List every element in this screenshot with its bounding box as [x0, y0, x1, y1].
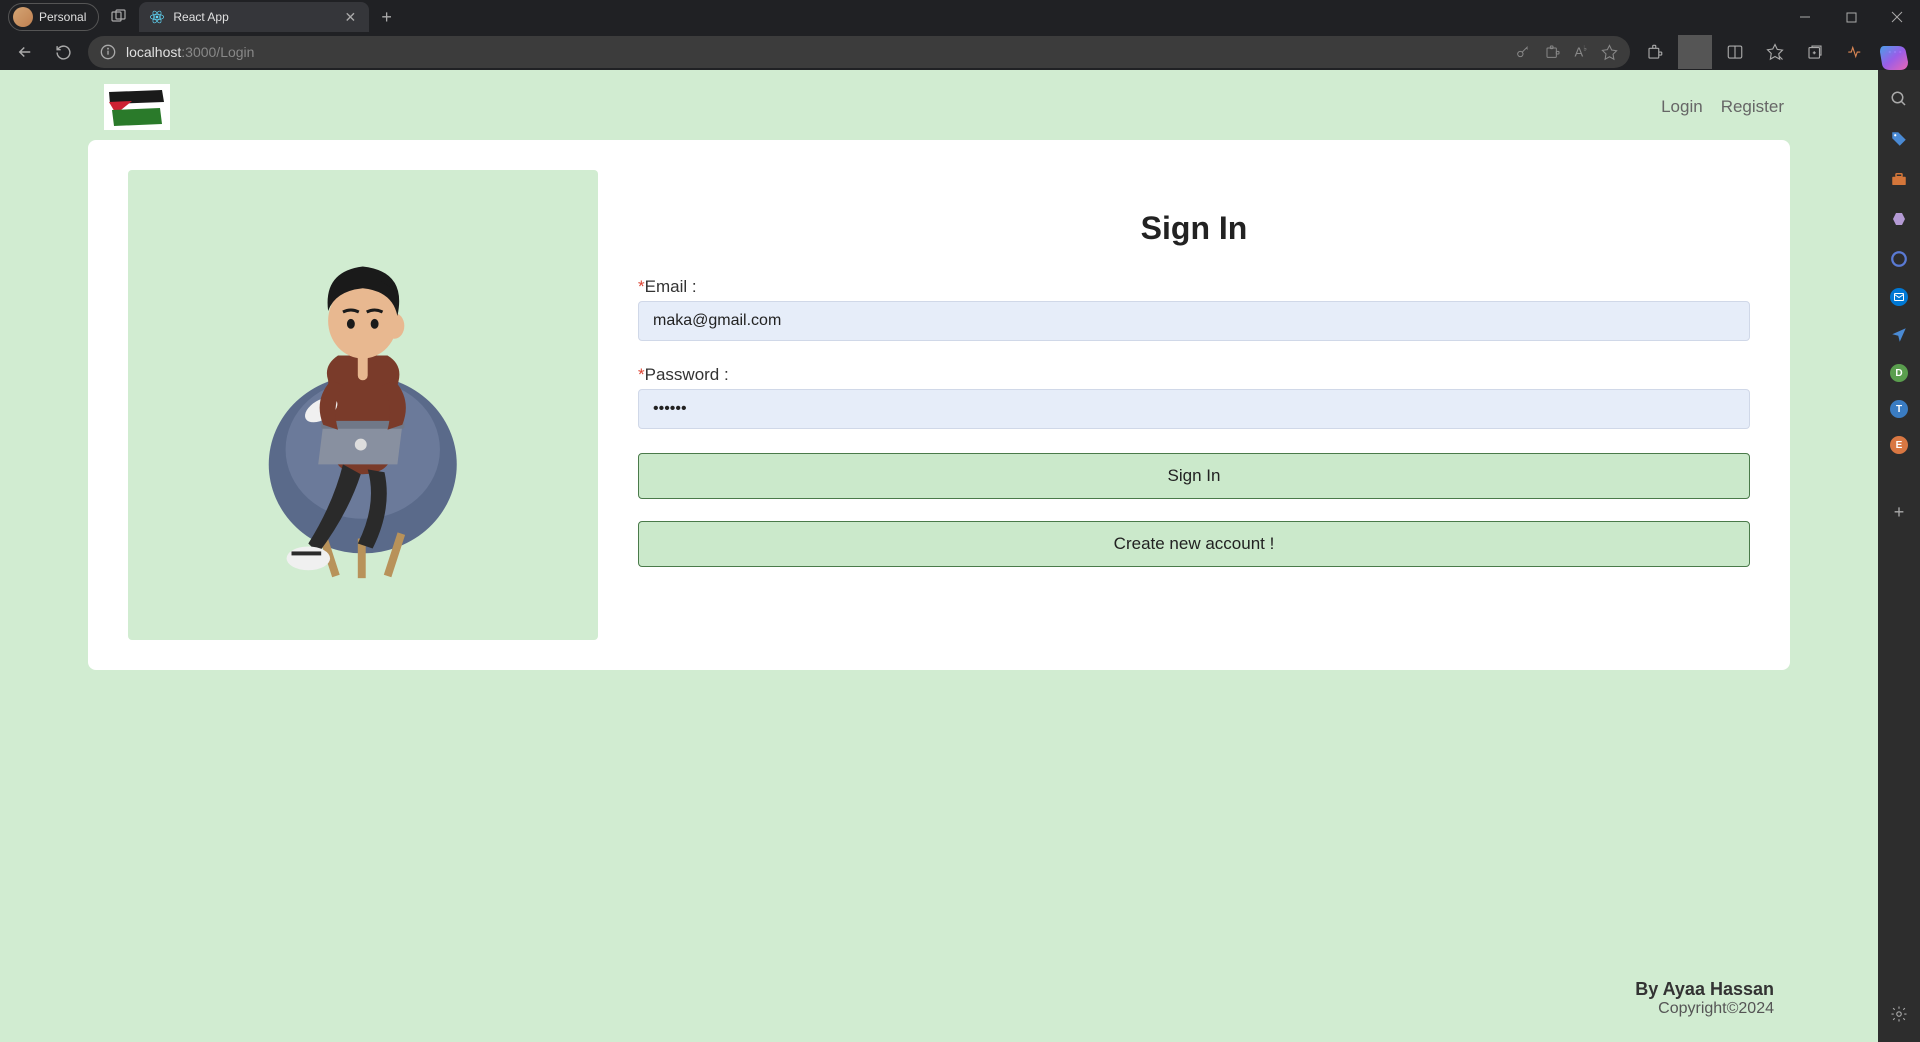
app-e-icon[interactable]: E	[1890, 436, 1908, 454]
email-input[interactable]	[638, 301, 1750, 341]
favorite-icon[interactable]	[1601, 44, 1618, 61]
close-tab-icon[interactable]: ✕	[341, 8, 359, 26]
toolbox-icon[interactable]	[1888, 168, 1910, 190]
add-sidebar-icon[interactable]: +	[1894, 502, 1905, 523]
back-button[interactable]	[8, 35, 42, 69]
close-window-button[interactable]	[1874, 1, 1920, 33]
outlook-icon[interactable]	[1890, 288, 1908, 306]
health-icon[interactable]	[1838, 35, 1872, 69]
profile-label: Personal	[39, 10, 86, 24]
profile-badge[interactable]: Personal	[8, 3, 99, 31]
copilot-icon[interactable]	[1874, 38, 1914, 78]
react-icon	[149, 9, 165, 25]
games-icon[interactable]	[1888, 208, 1910, 230]
send-icon[interactable]	[1888, 324, 1910, 346]
app-t-icon[interactable]: T	[1890, 400, 1908, 418]
nav-links: Login Register	[1661, 97, 1784, 117]
create-account-button[interactable]: Create new account !	[638, 521, 1750, 567]
app-d-icon[interactable]: D	[1890, 364, 1908, 382]
form-title: Sign In	[638, 210, 1750, 247]
split-screen-icon[interactable]	[1718, 35, 1752, 69]
nav-login[interactable]: Login	[1661, 97, 1703, 117]
key-icon[interactable]	[1515, 44, 1531, 60]
tab-bar: Personal React App ✕ +	[0, 0, 1920, 34]
office-icon[interactable]	[1888, 248, 1910, 270]
address-bar: localhost:3000/Login A♭	[0, 34, 1920, 70]
login-card: Sign In *Email : *Password : Sign In Cre…	[88, 140, 1790, 670]
illustration	[128, 170, 598, 640]
favorites-icon[interactable]	[1758, 35, 1792, 69]
url-text: localhost:3000/Login	[126, 44, 254, 60]
signin-button[interactable]: Sign In	[638, 453, 1750, 499]
login-form: Sign In *Email : *Password : Sign In Cre…	[638, 170, 1750, 640]
text-size-icon[interactable]: A♭	[1575, 44, 1587, 59]
divider	[1678, 35, 1712, 69]
url-input[interactable]: localhost:3000/Login A♭	[88, 36, 1630, 68]
extension-icon[interactable]	[1545, 44, 1561, 60]
workspaces-icon[interactable]	[103, 1, 135, 33]
search-icon[interactable]	[1888, 88, 1910, 110]
footer: By Ayaa Hassan Copyright©2024	[1635, 979, 1774, 1018]
page: Login Register	[0, 70, 1878, 1042]
edge-sidebar: D T E +	[1878, 70, 1920, 1042]
collections-icon[interactable]	[1798, 35, 1832, 69]
maximize-button[interactable]	[1828, 1, 1874, 33]
settings-icon[interactable]	[1890, 1005, 1908, 1028]
footer-author: By Ayaa Hassan	[1635, 979, 1774, 1000]
avatar-icon	[13, 7, 33, 27]
refresh-button[interactable]	[46, 35, 80, 69]
window-controls	[1782, 1, 1920, 33]
shopping-tag-icon[interactable]	[1888, 128, 1910, 150]
email-label: *Email :	[638, 277, 1750, 297]
app-header: Login Register	[4, 74, 1874, 140]
password-label: *Password :	[638, 365, 1750, 385]
extensions-icon[interactable]	[1638, 35, 1672, 69]
browser-chrome: Personal React App ✕ + localhost:3000/Lo…	[0, 0, 1920, 70]
info-icon	[100, 44, 116, 60]
nav-register[interactable]: Register	[1721, 97, 1784, 117]
password-input[interactable]	[638, 389, 1750, 429]
tab-title: React App	[173, 10, 228, 24]
browser-tab[interactable]: React App ✕	[139, 2, 369, 32]
footer-copyright: Copyright©2024	[1635, 1000, 1774, 1018]
minimize-button[interactable]	[1782, 1, 1828, 33]
logo[interactable]	[104, 84, 170, 130]
new-tab-button[interactable]: +	[373, 7, 400, 28]
